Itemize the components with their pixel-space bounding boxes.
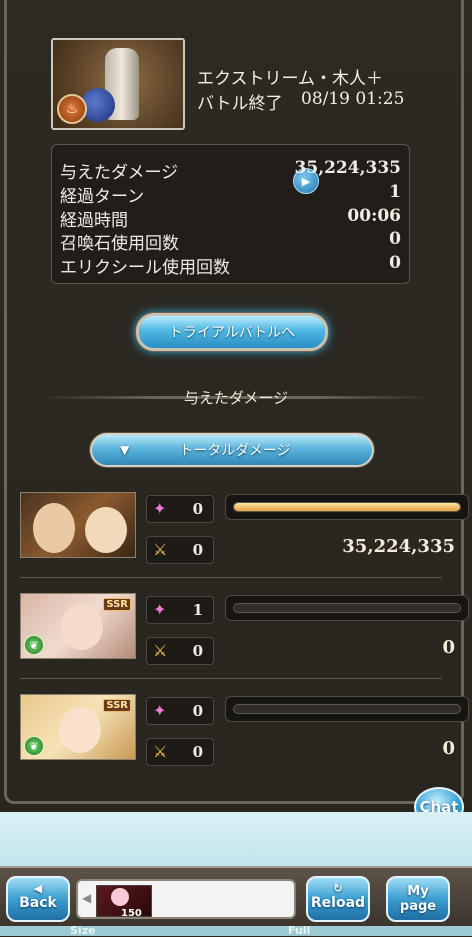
stat-label: 与えたダメージ bbox=[60, 163, 179, 183]
character-row: ✦ 0 ⚔ 0 35,224,335 bbox=[20, 492, 469, 564]
ougi-count-box: ⚔ 0 bbox=[146, 536, 214, 564]
row-divider bbox=[20, 678, 442, 679]
character-face bbox=[61, 604, 103, 650]
quest-title: エクストリーム・木人＋ bbox=[197, 69, 383, 89]
stat-value: 0 bbox=[389, 253, 401, 273]
reload-button[interactable]: ↻ Reload bbox=[306, 876, 370, 922]
damage-bar-fill bbox=[234, 503, 460, 511]
full-label: Full bbox=[288, 924, 311, 937]
skill-count-box: ✦ 0 bbox=[146, 697, 214, 725]
ougi-count: 0 bbox=[192, 642, 203, 660]
stat-row-summons: 召喚石使用回数 0 bbox=[60, 229, 401, 254]
damage-bar bbox=[225, 494, 469, 520]
character-row: SSR ❦ ✦ 0 ⚔ 0 0 bbox=[20, 694, 469, 766]
stat-value: 0 bbox=[389, 229, 401, 249]
mypage-label: My page bbox=[399, 884, 437, 914]
character-face bbox=[59, 707, 101, 753]
damage-bar-track bbox=[233, 603, 461, 613]
ougi-count-box: ⚔ 0 bbox=[146, 637, 214, 665]
flower-icon bbox=[111, 888, 129, 906]
skill-count: 1 bbox=[192, 601, 203, 619]
stat-label: 召喚石使用回数 bbox=[60, 234, 179, 254]
fire-element-icon: ♨ bbox=[57, 94, 87, 124]
wind-element-icon: ❦ bbox=[24, 635, 44, 655]
damage-bar-track bbox=[233, 502, 461, 512]
stat-row-turns: 経過ターン 1 bbox=[60, 182, 401, 207]
ssr-badge: SSR bbox=[103, 598, 131, 611]
sparkle-icon: ✦ bbox=[153, 499, 167, 518]
character-portrait[interactable] bbox=[20, 492, 136, 558]
mypage-button[interactable]: My page bbox=[386, 876, 450, 922]
trial-battle-button[interactable]: トライアルバトルへ bbox=[136, 313, 328, 351]
character-face bbox=[85, 507, 127, 553]
sparkle-icon: ✦ bbox=[153, 600, 167, 619]
ougi-count: 0 bbox=[192, 743, 203, 761]
size-label: Size bbox=[70, 924, 96, 937]
crossed-swords-icon: ⚔ bbox=[153, 540, 168, 559]
stat-value: 00:06 bbox=[347, 206, 401, 226]
stat-row-damage: 与えたダメージ ▶ 35,224,335 bbox=[60, 158, 401, 194]
skill-count: 0 bbox=[192, 500, 203, 518]
stat-value: 35,224,335 bbox=[294, 158, 401, 178]
quick-item-count: 150 bbox=[121, 908, 142, 919]
stat-value: 1 bbox=[389, 182, 401, 202]
stat-row-elixirs: エリクシール使用回数 0 bbox=[60, 253, 401, 278]
total-damage-label: トータルダメージ bbox=[179, 443, 291, 459]
battle-stats-box: 与えたダメージ ▶ 35,224,335 経過ターン 1 経過時間 00:06 … bbox=[51, 144, 410, 284]
sparkle-icon: ✦ bbox=[153, 701, 167, 720]
crossed-swords-icon: ⚔ bbox=[153, 641, 168, 660]
back-label: Back bbox=[19, 895, 57, 911]
character-face bbox=[33, 503, 75, 553]
quick-item-bar[interactable]: ◀ 150 bbox=[76, 879, 296, 919]
reload-icon: ↻ bbox=[333, 882, 343, 895]
stat-label: エリクシール使用回数 bbox=[60, 258, 230, 278]
battle-status: バトル終了 bbox=[197, 94, 283, 114]
back-button[interactable]: ◀ Back bbox=[6, 876, 70, 922]
skill-count-box: ✦ 1 bbox=[146, 596, 214, 624]
character-portrait[interactable]: SSR ❦ bbox=[20, 694, 136, 760]
row-divider bbox=[20, 577, 442, 578]
scroll-left-icon[interactable]: ◀ bbox=[82, 891, 91, 905]
damage-bar bbox=[225, 696, 469, 722]
stat-label: 経過時間 bbox=[60, 211, 128, 231]
quick-item-thumbnail[interactable]: 150 bbox=[96, 885, 152, 919]
damage-bar-track bbox=[233, 704, 461, 714]
quest-thumbnail: ♨ bbox=[51, 38, 185, 130]
damage-value: 35,224,335 bbox=[342, 536, 455, 557]
wind-element-icon: ❦ bbox=[24, 736, 44, 756]
ougi-count-box: ⚔ 0 bbox=[146, 738, 214, 766]
damage-value: 0 bbox=[442, 738, 455, 759]
skill-count: 0 bbox=[192, 702, 203, 720]
stat-label: 経過ターン bbox=[60, 187, 145, 207]
skill-count-box: ✦ 0 bbox=[146, 495, 214, 523]
ougi-count: 0 bbox=[192, 541, 203, 559]
damage-value: 0 bbox=[442, 637, 455, 658]
character-row: SSR ❦ ✦ 1 ⚔ 0 0 bbox=[20, 593, 469, 665]
battle-datetime: 08/19 01:25 bbox=[301, 89, 405, 109]
damage-bar bbox=[225, 595, 469, 621]
damage-section-title: 与えたダメージ bbox=[183, 389, 289, 407]
stat-row-time: 経過時間 00:06 bbox=[60, 206, 401, 231]
triangle-down-icon: ▼ bbox=[120, 443, 130, 457]
crossed-swords-icon: ⚔ bbox=[153, 742, 168, 761]
reload-label: Reload bbox=[310, 895, 366, 911]
back-arrow-icon: ◀ bbox=[33, 882, 43, 895]
total-damage-dropdown[interactable]: ▼ トータルダメージ bbox=[90, 433, 374, 467]
character-portrait[interactable]: SSR ❦ bbox=[20, 593, 136, 659]
ssr-badge: SSR bbox=[103, 699, 131, 712]
